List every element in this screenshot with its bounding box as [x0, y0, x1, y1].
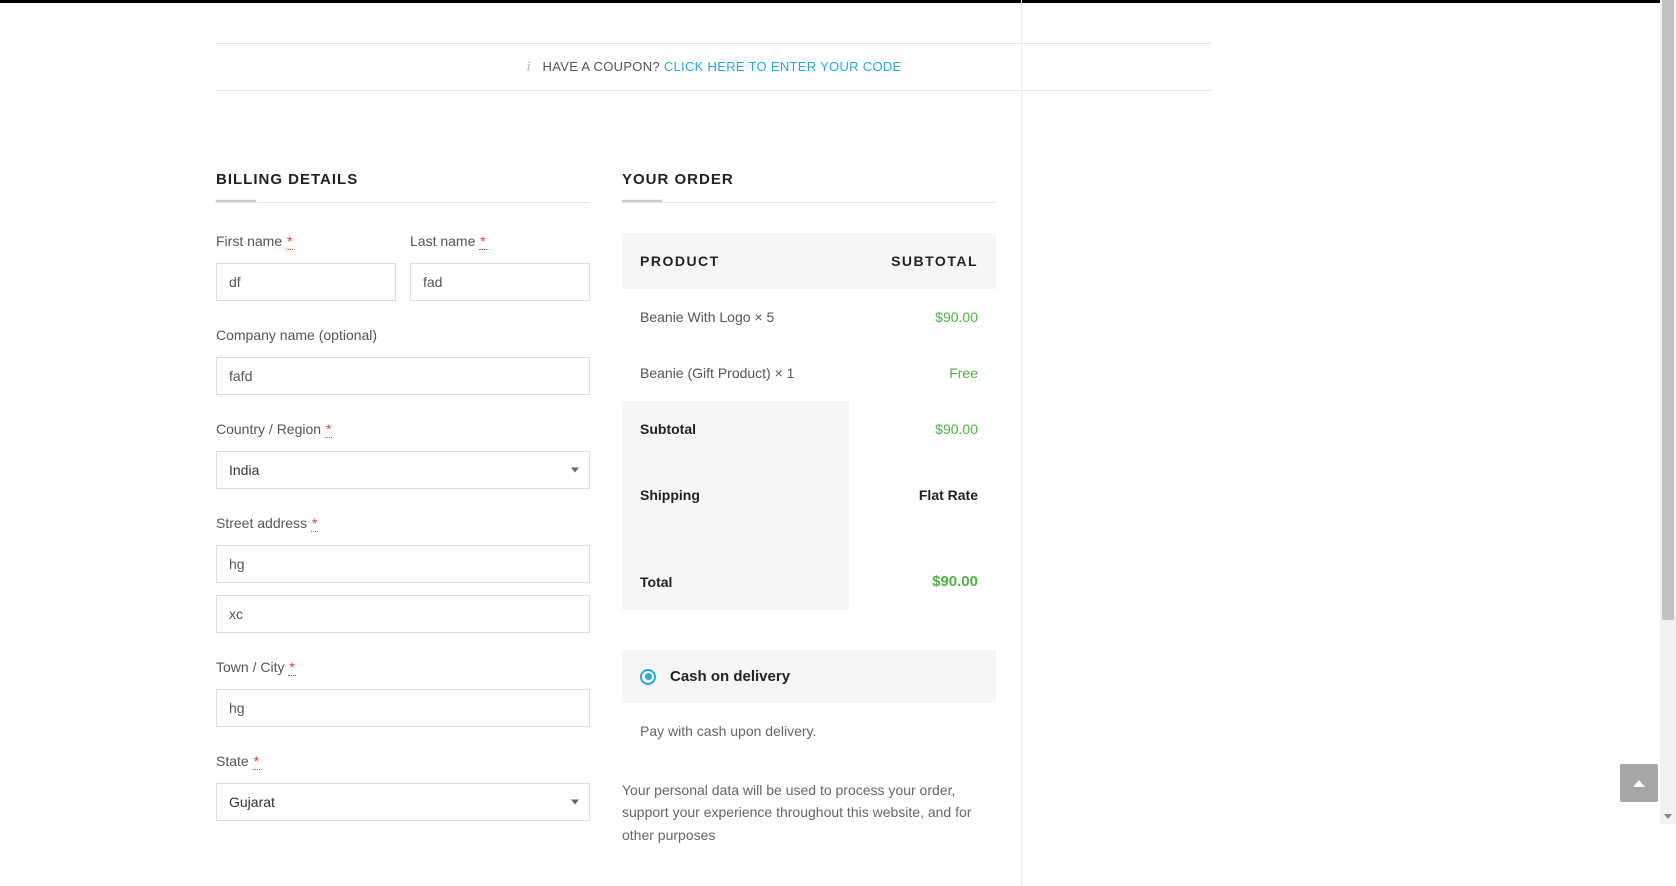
order-item-name: Beanie (Gift Product) × 1: [622, 345, 849, 401]
order-title: YOUR ORDER: [622, 171, 996, 202]
subtotal-amount: $90.00: [849, 401, 996, 457]
order-item-row: Beanie (Gift Product) × 1 Free: [622, 345, 996, 401]
state-label-text: State: [216, 753, 253, 769]
last-name-label-text: Last name: [410, 233, 479, 249]
required-mark: *: [286, 233, 293, 250]
shipping-method: Flat Rate: [849, 457, 996, 553]
street-label: Street address *: [216, 515, 590, 531]
payment-method-label: Cash on delivery: [670, 668, 790, 685]
street-label-text: Street address: [216, 515, 311, 531]
info-icon: i: [526, 59, 530, 76]
total-row: Total $90.00: [622, 553, 996, 610]
state-label: State *: [216, 753, 590, 769]
company-input[interactable]: [216, 357, 590, 395]
total-amount: $90.00: [849, 553, 996, 610]
required-mark: *: [253, 753, 260, 770]
required-mark: *: [288, 659, 295, 676]
required-mark: *: [479, 233, 486, 250]
payment-box: Cash on delivery Pay with cash upon deli…: [622, 650, 996, 846]
state-select[interactable]: Gujarat: [216, 783, 590, 821]
subtotal-row: Subtotal $90.00: [622, 401, 996, 457]
first-name-input[interactable]: [216, 263, 396, 301]
coupon-toggle-link[interactable]: CLICK HERE TO ENTER YOUR CODE: [664, 59, 902, 74]
billing-title: BILLING DETAILS: [216, 171, 590, 202]
order-item-name: Beanie With Logo × 5: [622, 289, 849, 345]
country-label: Country / Region *: [216, 421, 590, 437]
country-selected-value: India: [229, 462, 259, 478]
street-address-1-input[interactable]: [216, 545, 590, 583]
city-input[interactable]: [216, 689, 590, 727]
arrow-down-icon: [1664, 814, 1672, 819]
subtotal-header: SUBTOTAL: [849, 233, 996, 289]
street-address-2-input[interactable]: [216, 595, 590, 633]
scrollbar-thumb[interactable]: [1662, 0, 1674, 620]
country-label-text: Country / Region: [216, 421, 325, 437]
order-column: YOUR ORDER PRODUCT SUBTOTAL Beanie With …: [622, 171, 996, 846]
city-label-text: Town / City: [216, 659, 288, 675]
scroll-to-top-button[interactable]: [1620, 764, 1658, 802]
radio-selected-icon: [640, 669, 656, 685]
order-item-amount: $90.00: [849, 289, 996, 345]
chevron-up-icon: [1633, 780, 1645, 787]
subtotal-label: Subtotal: [622, 401, 849, 457]
payment-method-cod[interactable]: Cash on delivery: [622, 650, 996, 703]
company-label: Company name (optional): [216, 327, 590, 343]
product-header: PRODUCT: [622, 233, 849, 289]
chevron-down-icon: [571, 800, 579, 805]
order-item-row: Beanie With Logo × 5 $90.00: [622, 289, 996, 345]
last-name-label: Last name *: [410, 233, 590, 249]
last-name-input[interactable]: [410, 263, 590, 301]
coupon-question-text: HAVE A COUPON?: [543, 59, 664, 74]
first-name-label: First name *: [216, 233, 396, 249]
privacy-text: Your personal data will be used to proce…: [622, 779, 996, 846]
payment-description: Pay with cash upon delivery.: [622, 703, 996, 759]
order-summary-table: PRODUCT SUBTOTAL Beanie With Logo × 5 $9…: [622, 233, 996, 610]
total-label: Total: [622, 553, 849, 610]
content-divider: [1021, 0, 1022, 886]
shipping-row: Shipping Flat Rate: [622, 457, 996, 553]
country-select[interactable]: India: [216, 451, 590, 489]
chevron-down-icon: [571, 468, 579, 473]
order-item-amount: Free: [849, 345, 996, 401]
scrollbar-down-button[interactable]: [1660, 808, 1676, 824]
scrollbar[interactable]: [1660, 0, 1676, 824]
first-name-label-text: First name: [216, 233, 286, 249]
required-mark: *: [325, 421, 332, 438]
city-label: Town / City *: [216, 659, 590, 675]
billing-column: BILLING DETAILS First name * Last name *: [216, 171, 590, 821]
required-mark: *: [311, 515, 318, 532]
coupon-notice: i HAVE A COUPON? CLICK HERE TO ENTER YOU…: [216, 43, 1212, 91]
state-selected-value: Gujarat: [229, 794, 275, 810]
shipping-label: Shipping: [622, 457, 849, 553]
